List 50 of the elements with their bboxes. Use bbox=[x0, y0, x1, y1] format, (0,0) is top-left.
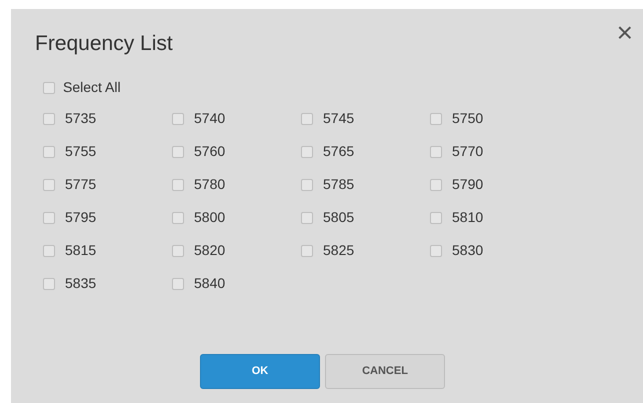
cancel-button[interactable]: CANCEL bbox=[325, 354, 445, 389]
checkbox[interactable] bbox=[43, 112, 55, 124]
checkbox-label: 5770 bbox=[452, 142, 484, 161]
ok-button[interactable]: OK bbox=[200, 354, 320, 389]
checkbox-label: Select All bbox=[63, 78, 121, 97]
checkbox-label: 5815 bbox=[65, 241, 96, 260]
close-button[interactable]: × bbox=[616, 19, 633, 47]
checkbox-label: 5825 bbox=[323, 241, 354, 260]
checkbox[interactable] bbox=[301, 112, 313, 124]
checkbox-label: 5785 bbox=[323, 175, 354, 194]
checkbox[interactable] bbox=[43, 244, 55, 256]
checkbox-label: 5740 bbox=[194, 109, 226, 128]
checkbox-label: 5745 bbox=[323, 109, 354, 128]
checkbox[interactable] bbox=[430, 212, 442, 224]
checkbox-label: 5840 bbox=[194, 274, 226, 293]
checkbox-label: 5820 bbox=[194, 241, 226, 260]
checkbox[interactable] bbox=[301, 244, 313, 256]
checkbox-label: 5810 bbox=[452, 208, 484, 227]
checkbox-label: 5760 bbox=[194, 142, 226, 161]
checkbox-label: 5775 bbox=[65, 175, 96, 194]
checkbox-label: 5800 bbox=[194, 208, 226, 227]
checkbox[interactable] bbox=[301, 178, 313, 190]
checkbox-label: 5790 bbox=[452, 175, 484, 194]
checkbox[interactable] bbox=[172, 112, 184, 124]
checkbox-label: 5795 bbox=[65, 208, 96, 227]
checkbox[interactable] bbox=[430, 178, 442, 190]
checkbox[interactable] bbox=[301, 212, 313, 224]
checkbox-label: 5780 bbox=[194, 175, 226, 194]
dialog-title: Frequency List bbox=[35, 31, 173, 57]
checkbox[interactable] bbox=[43, 178, 55, 190]
checkbox[interactable] bbox=[430, 112, 442, 124]
checkbox[interactable] bbox=[172, 244, 184, 256]
checkbox[interactable] bbox=[43, 82, 55, 94]
checkbox-label: 5835 bbox=[65, 274, 96, 293]
checkbox[interactable] bbox=[301, 146, 313, 158]
checkbox[interactable] bbox=[172, 146, 184, 158]
checkbox[interactable] bbox=[172, 278, 184, 290]
checkbox[interactable] bbox=[172, 212, 184, 224]
checkbox-label: 5735 bbox=[65, 109, 96, 128]
checkbox[interactable] bbox=[43, 146, 55, 158]
checkbox[interactable] bbox=[172, 178, 184, 190]
checkbox[interactable] bbox=[43, 212, 55, 224]
checkbox-label: 5750 bbox=[452, 109, 484, 128]
checkbox[interactable] bbox=[430, 146, 442, 158]
checkbox[interactable] bbox=[43, 278, 55, 290]
checkbox[interactable] bbox=[430, 244, 442, 256]
checkbox-label: 5805 bbox=[323, 208, 354, 227]
checkbox-label: 5765 bbox=[323, 142, 354, 161]
checkbox-label: 5830 bbox=[452, 241, 484, 260]
checkbox-label: 5755 bbox=[65, 142, 96, 161]
